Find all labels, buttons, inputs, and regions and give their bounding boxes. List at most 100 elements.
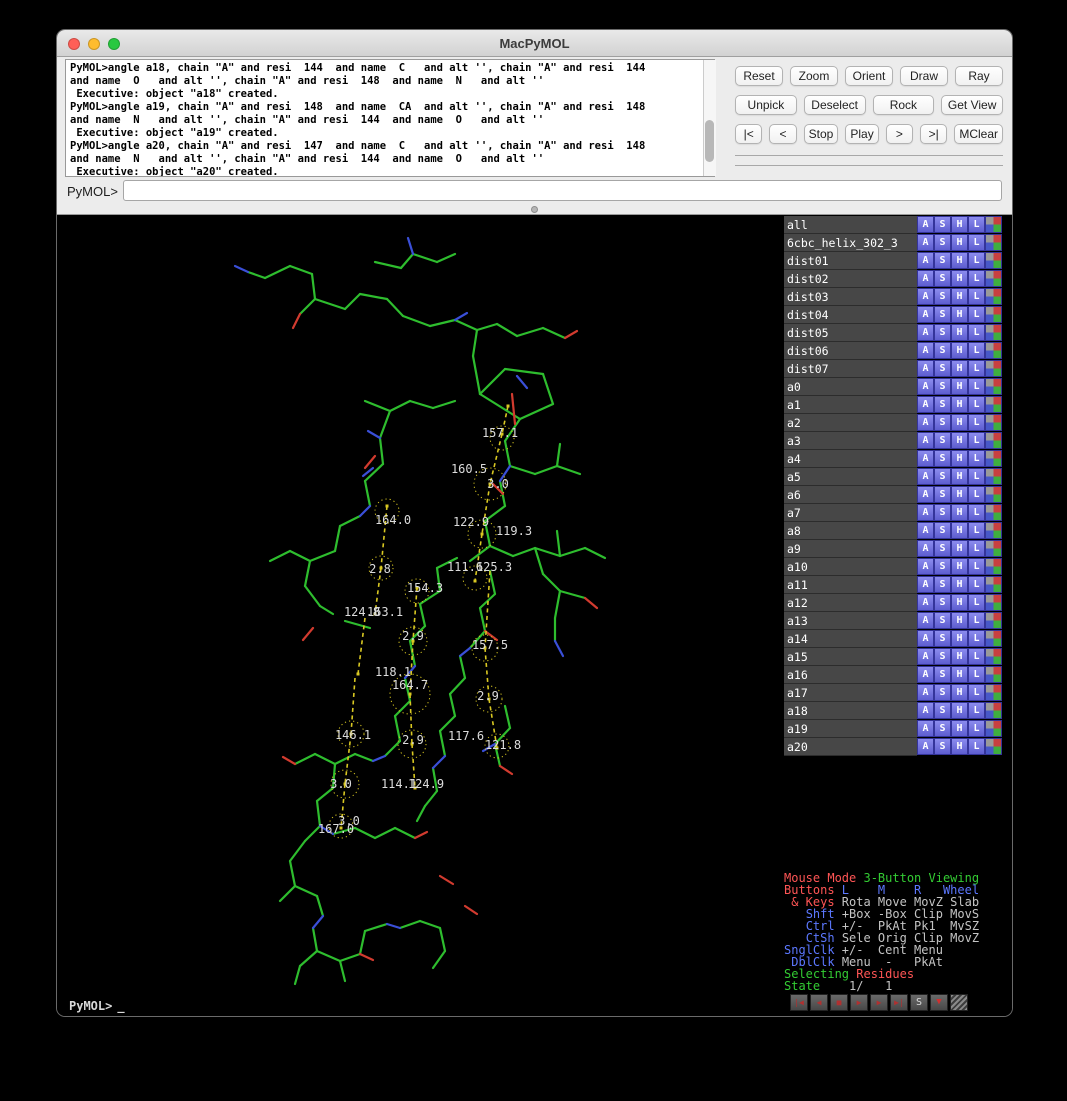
button-orient[interactable]: Orient (845, 66, 893, 86)
object-s-button[interactable]: S (934, 738, 951, 755)
object-c-button[interactable] (985, 324, 1002, 341)
button-play[interactable]: Play (845, 124, 878, 144)
object-s-button[interactable]: S (934, 234, 951, 251)
object-a-button[interactable]: A (917, 468, 934, 485)
object-c-button[interactable] (985, 648, 1002, 665)
object-l-button[interactable]: L (968, 594, 985, 611)
object-s-button[interactable]: S (934, 648, 951, 665)
object-c-button[interactable] (985, 450, 1002, 467)
button-rock[interactable]: Rock (873, 95, 935, 115)
molecule-canvas[interactable]: 157.1160.53.0164.0122.9119.32.8111.6125.… (65, 216, 780, 1016)
object-name[interactable]: a18 (784, 702, 917, 720)
object-c-button[interactable] (985, 522, 1002, 539)
object-l-button[interactable]: L (968, 684, 985, 701)
object-a-button[interactable]: A (917, 342, 934, 359)
object-l-button[interactable]: L (968, 216, 985, 233)
object-l-button[interactable]: L (968, 288, 985, 305)
object-h-button[interactable]: H (951, 270, 968, 287)
object-c-button[interactable] (985, 576, 1002, 593)
object-h-button[interactable]: H (951, 468, 968, 485)
object-name[interactable]: a1 (784, 396, 917, 414)
object-s-button[interactable]: S (934, 558, 951, 575)
object-name[interactable]: a3 (784, 432, 917, 450)
object-c-button[interactable] (985, 540, 1002, 557)
object-c-button[interactable] (985, 234, 1002, 251)
object-l-button[interactable]: L (968, 270, 985, 287)
object-h-button[interactable]: H (951, 324, 968, 341)
object-c-button[interactable] (985, 630, 1002, 647)
object-c-button[interactable] (985, 414, 1002, 431)
object-h-button[interactable]: H (951, 414, 968, 431)
object-h-button[interactable]: H (951, 738, 968, 755)
object-l-button[interactable]: L (968, 414, 985, 431)
object-name[interactable]: a5 (784, 468, 917, 486)
object-c-button[interactable] (985, 252, 1002, 269)
stop-button[interactable]: ■ (830, 994, 848, 1011)
object-s-button[interactable]: S (934, 630, 951, 647)
object-name[interactable]: dist03 (784, 288, 917, 306)
object-s-button[interactable]: S (934, 414, 951, 431)
object-h-button[interactable]: H (951, 648, 968, 665)
object-c-button[interactable] (985, 270, 1002, 287)
object-a-button[interactable]: A (917, 522, 934, 539)
resize-grip[interactable] (950, 994, 968, 1011)
console-scrollbar-thumb[interactable] (705, 120, 714, 162)
object-name[interactable]: dist07 (784, 360, 917, 378)
object-l-button[interactable]: L (968, 738, 985, 755)
object-a-button[interactable]: A (917, 252, 934, 269)
object-c-button[interactable] (985, 432, 1002, 449)
object-l-button[interactable]: L (968, 648, 985, 665)
object-s-button[interactable]: S (934, 684, 951, 701)
object-a-button[interactable]: A (917, 738, 934, 755)
object-h-button[interactable]: H (951, 504, 968, 521)
object-c-button[interactable] (985, 486, 1002, 503)
screenshot-button[interactable]: S (910, 994, 928, 1011)
object-h-button[interactable]: H (951, 216, 968, 233)
object-h-button[interactable]: H (951, 252, 968, 269)
button-deselect[interactable]: Deselect (804, 95, 866, 115)
close-button[interactable] (68, 38, 80, 50)
minimize-button[interactable] (88, 38, 100, 50)
object-h-button[interactable]: H (951, 594, 968, 611)
object-a-button[interactable]: A (917, 504, 934, 521)
object-name[interactable]: a16 (784, 666, 917, 684)
object-h-button[interactable]: H (951, 378, 968, 395)
object-a-button[interactable]: A (917, 432, 934, 449)
object-name[interactable]: dist01 (784, 252, 917, 270)
object-a-button[interactable]: A (917, 612, 934, 629)
object-h-button[interactable]: H (951, 396, 968, 413)
object-s-button[interactable]: S (934, 306, 951, 323)
object-l-button[interactable]: L (968, 630, 985, 647)
object-h-button[interactable]: H (951, 432, 968, 449)
button-nav-3-2[interactable]: < (769, 124, 796, 144)
object-c-button[interactable] (985, 612, 1002, 629)
rewind-button[interactable]: |◀ (790, 994, 808, 1011)
object-h-button[interactable]: H (951, 342, 968, 359)
object-a-button[interactable]: A (917, 576, 934, 593)
object-l-button[interactable]: L (968, 576, 985, 593)
object-s-button[interactable]: S (934, 666, 951, 683)
object-s-button[interactable]: S (934, 288, 951, 305)
object-c-button[interactable] (985, 216, 1002, 233)
object-a-button[interactable]: A (917, 360, 934, 377)
object-name[interactable]: dist04 (784, 306, 917, 324)
object-s-button[interactable]: S (934, 468, 951, 485)
object-name[interactable]: a7 (784, 504, 917, 522)
object-h-button[interactable]: H (951, 306, 968, 323)
button-nav-3-5[interactable]: > (886, 124, 913, 144)
button-zoom[interactable]: Zoom (790, 66, 838, 86)
object-s-button[interactable]: S (934, 504, 951, 521)
object-h-button[interactable]: H (951, 666, 968, 683)
object-s-button[interactable]: S (934, 702, 951, 719)
object-l-button[interactable]: L (968, 234, 985, 251)
object-s-button[interactable]: S (934, 432, 951, 449)
object-a-button[interactable]: A (917, 234, 934, 251)
button-nav-3-1[interactable]: |< (735, 124, 762, 144)
button-stop[interactable]: Stop (804, 124, 839, 144)
object-h-button[interactable]: H (951, 522, 968, 539)
object-l-button[interactable]: L (968, 702, 985, 719)
object-c-button[interactable] (985, 702, 1002, 719)
object-name[interactable]: a19 (784, 720, 917, 738)
object-c-button[interactable] (985, 504, 1002, 521)
console-scrollbar[interactable] (703, 60, 716, 176)
